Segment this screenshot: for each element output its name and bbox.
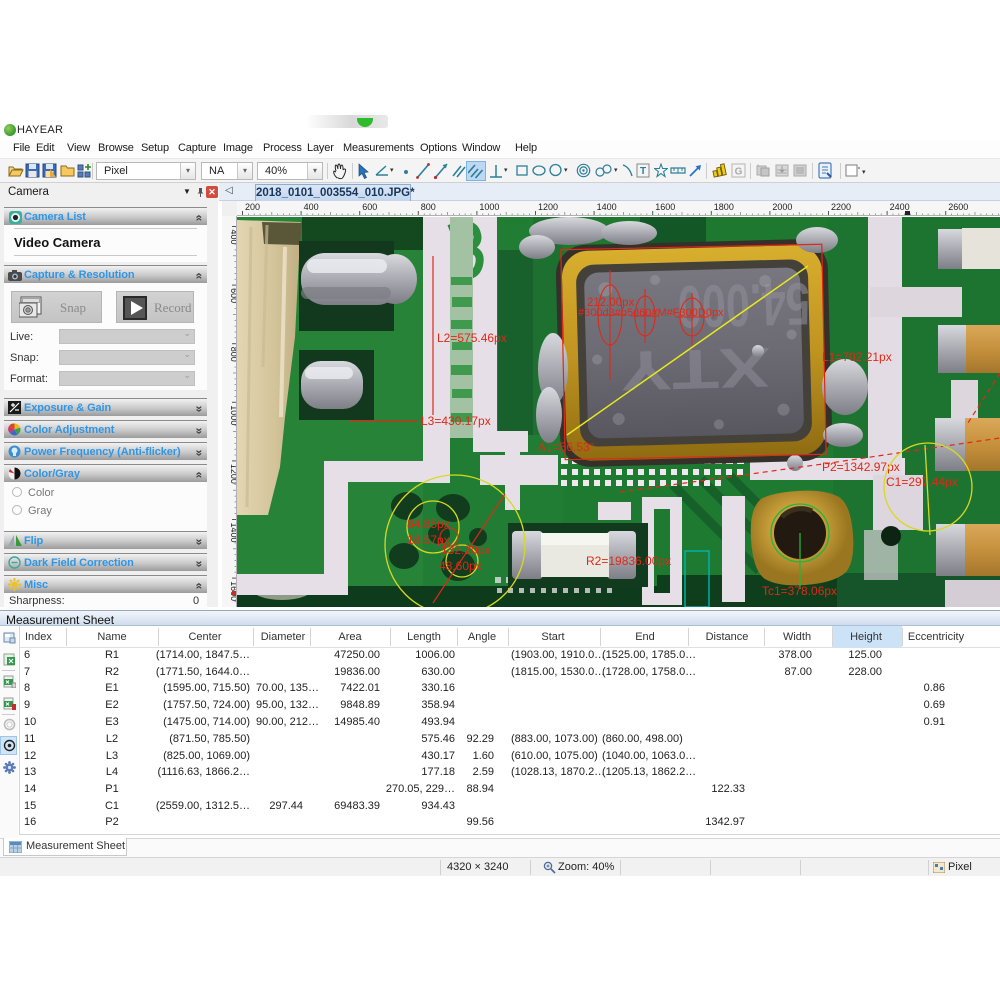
svg-text:84.85px: 84.85px [407,517,450,531]
svg-text:L2=575.46px: L2=575.46px [437,331,507,345]
svg-text:1400: 1400 [597,202,617,212]
svg-text:T: T [640,166,646,177]
svg-text:200: 200 [245,202,260,212]
svg-text:48.60px: 48.60px [439,559,482,573]
svg-text:800: 800 [229,347,237,362]
svg-text:800: 800 [421,202,436,212]
svg-text:#300d3#b5d60#M#F300D0px: #300d3#b5d60#M#F300D0px [578,307,724,319]
svg-text:L1=702.21px: L1=702.21px [822,350,892,364]
svg-text:1600: 1600 [655,202,675,212]
svg-text:1800: 1800 [714,202,734,212]
svg-text:L3=430.17px: L3=430.17px [421,414,491,428]
svg-text:XTY: XTY [620,336,772,403]
svg-text:600: 600 [362,202,377,212]
svg-text:400: 400 [229,230,237,245]
svg-text:2000: 2000 [772,202,792,212]
svg-text:2200: 2200 [831,202,851,212]
svg-text:A1=56.53°: A1=56.53° [538,440,595,454]
svg-text:1000: 1000 [479,202,499,212]
svg-text:400: 400 [304,202,319,212]
svg-text:600: 600 [229,288,237,303]
svg-text:2600: 2600 [948,202,968,212]
svg-text:Tc1=378.06px: Tc1=378.06px [762,584,837,598]
svg-text:C1=297.44px: C1=297.44px [886,475,958,489]
svg-text:1200: 1200 [538,202,558,212]
svg-text:G: G [735,167,743,178]
svg-text:R2=19836.00px: R2=19836.00px [586,554,671,568]
svg-text:132.20px: 132.20px [441,543,490,557]
